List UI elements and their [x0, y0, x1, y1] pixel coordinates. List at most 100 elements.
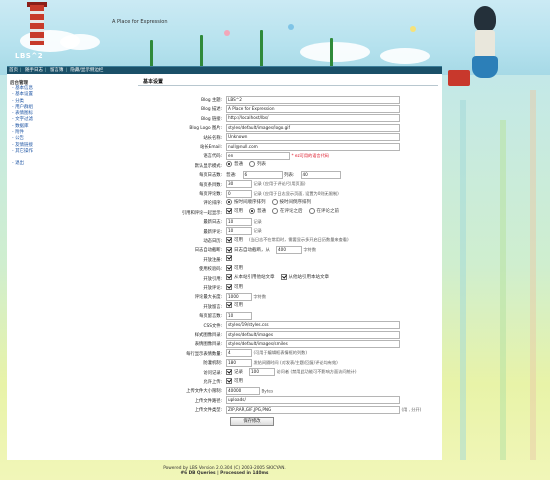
divider — [138, 85, 438, 86]
field-smiley-dir: 表情图像目录: styles/default/images/smiles — [138, 339, 438, 348]
upload-types-input[interactable]: ZIP,RAR,GIF,JPG,PNG — [226, 405, 400, 414]
field-visit-stats: 访问记录: 记录 100 访问者 (禁用此功能可不影响方面访问统计) — [203, 368, 357, 377]
sidebar-item-logout[interactable]: - 退出 — [12, 161, 33, 167]
field-css-file: CSS文件: styles/19/styles.css — [138, 321, 438, 330]
lighthouse-icon — [30, 5, 44, 45]
flower-decoration — [410, 26, 416, 32]
trackback-after-radio[interactable] — [272, 208, 278, 215]
trackback-in-checkbox[interactable] — [280, 274, 287, 281]
per-page-reviews-input[interactable]: 0 — [226, 189, 252, 198]
trackback-enable-checkbox[interactable] — [226, 208, 232, 215]
mode-normal-radio[interactable] — [226, 161, 232, 168]
field-blog-logo: Blog Logo 图片: styles/default/images/logo… — [138, 123, 438, 132]
girl-illustration — [468, 6, 502, 78]
field-admin-name: 站长名称: Unknown — [138, 133, 438, 142]
lang-code-note[interactable]: * ez可用的语言代码 — [291, 153, 329, 158]
use-verify-checkbox[interactable] — [226, 264, 232, 271]
field-anti-flood: 防灌机制: 180 发帖间隔时间 (对发表/主题/回复/评论均有效) — [203, 358, 338, 367]
nav-notes[interactable]: 随手日志 — [23, 68, 45, 73]
field-enable-comments: 开放评论: 可用 — [203, 283, 243, 291]
allow-upload-checkbox[interactable] — [226, 377, 232, 384]
field-blog-title: Blog 主题: LBS^2 — [138, 95, 438, 104]
upload-dir-input[interactable]: uploads/ — [226, 396, 400, 405]
trackback-before-radio[interactable] — [308, 208, 315, 215]
nav-home[interactable]: 首页 — [7, 68, 20, 73]
per-page-list-input[interactable]: 40 — [300, 170, 341, 179]
field-comment-length: 评论最大长度: 1000 字符数 — [194, 292, 267, 301]
field-recent-entries: 最新日志: 10 记录 — [203, 217, 262, 226]
field-per-page-comments: 每页条目数: 30 记录 (应用于评论/引用页面) — [199, 180, 306, 189]
auto-split-input[interactable]: 400 — [276, 245, 302, 254]
sidebar-item-other[interactable]: - 其它操作 — [12, 149, 33, 155]
field-recent-comments: 最新评论: 10 记录 — [203, 227, 262, 236]
field-enable-trackback: 开放引用: 从本站引用他站文章 从他站引用本站文章 — [203, 274, 329, 282]
field-upload-types: 上传文件类型: ZIP,RAR,GIF,JPG,PNG (用 , 分开) — [194, 405, 422, 414]
anti-flood-input[interactable]: 180 — [226, 358, 252, 367]
field-lang-code: 语言代码: en * ez可用的语言代码 — [203, 151, 329, 160]
footer-powered-by: Powered by LBS Version 2.0.304 (C) 2003-… — [163, 466, 286, 471]
sidebar-menu: - 基本信息 - 基本设置 - 分类 - 用户群组 - 表情图标 - 文字过滤 … — [12, 86, 33, 168]
decorative-stripe — [530, 90, 536, 460]
blog-desc-input[interactable]: A Place for Expression — [226, 104, 400, 113]
messages-per-page-input[interactable]: 10 — [226, 311, 252, 320]
field-default-mode: 默认显示模式: 普通 列表 — [194, 161, 266, 169]
decorative-stripe — [460, 100, 466, 460]
field-allow-upload: 允许上传: 可用 — [203, 377, 243, 385]
field-per-page: 每页日志数: 普通: 6 列表: 40 — [138, 170, 438, 179]
recent-entries-input[interactable]: 10 — [226, 217, 252, 226]
section-title: 基本设置 — [143, 79, 164, 85]
dynamic-log-checkbox[interactable] — [226, 236, 232, 243]
per-page-normal-input[interactable]: 6 — [242, 170, 283, 179]
enable-guestbook-checkbox[interactable] — [226, 302, 232, 309]
field-dynamic-log: 动态日历: 可用 (当日志不在常用时，需要显示多开启日历数量来查看) — [203, 236, 349, 244]
field-upload-dir: 上传文件路径: uploads/ — [138, 396, 438, 405]
blog-logo-input[interactable]: styles/default/images/logo.gif — [226, 123, 400, 132]
visit-stats-checkbox[interactable] — [226, 369, 232, 376]
field-enable-guestbook: 开放留言: 可用 — [203, 302, 243, 310]
style-images-input[interactable]: styles/default/images — [226, 330, 400, 339]
per-page-comments-input[interactable]: 30 — [226, 180, 252, 189]
field-blog-url: Blog 链接: http://localhost/lbs/ — [138, 114, 438, 123]
save-button[interactable]: 保存修改 — [230, 417, 274, 426]
footer: Powered by LBS Version 2.0.304 (C) 2003-… — [7, 460, 442, 480]
max-upload-input[interactable]: 40000 — [226, 386, 260, 395]
trackback-out-checkbox[interactable] — [226, 274, 232, 281]
field-blog-desc: Blog 描述: A Place for Expression — [138, 104, 438, 113]
blog-url-input[interactable]: http://localhost/lbs/ — [226, 114, 400, 123]
nav-toggle-sidebar[interactable]: 隐藏/显示侧边栏 — [68, 68, 105, 73]
decorative-stripe — [500, 120, 506, 460]
visit-stats-input[interactable]: 100 — [249, 368, 275, 377]
field-messages-per-page: 每页留言数: 10 — [138, 311, 438, 320]
comment-length-input[interactable]: 1000 — [226, 292, 252, 301]
sort-asc-radio[interactable] — [226, 198, 232, 205]
cloud-decoration — [380, 48, 430, 64]
main-panel: 后台管理 - 基本信息 - 基本设置 - 分类 - 用户群组 - 表情图标 - … — [7, 74, 442, 460]
enable-comments-checkbox[interactable] — [226, 283, 232, 290]
field-style-images: 样式图像目录: styles/default/images — [138, 330, 438, 339]
mode-list-radio[interactable] — [249, 161, 255, 168]
field-trackback-pos: 引用和评论一起显示: 可用 普通 在评论之后 在评论之前 — [181, 208, 339, 216]
recent-comments-input[interactable]: 10 — [226, 227, 252, 236]
field-per-page-reviews: 每页评论数: 0 记录 (应用于日志显示页面, 设置为0则无限制) — [199, 189, 339, 198]
auto-split-checkbox[interactable] — [226, 246, 232, 253]
field-comment-sort: 评论排序: 按时间顺序排列 按时间倒序排列 — [203, 198, 311, 207]
cloud-decoration — [300, 42, 370, 62]
smiley-dir-input[interactable]: styles/default/images/smiles — [226, 339, 400, 348]
cloud-decoration — [60, 34, 100, 50]
admin-name-input[interactable]: Unknown — [226, 133, 400, 142]
sort-desc-radio[interactable] — [271, 198, 278, 205]
bag-illustration — [448, 70, 470, 86]
smilies-per-row-input[interactable]: 4 — [226, 349, 252, 358]
nav-guestbook[interactable]: 留言簿 — [48, 68, 66, 73]
lang-code-input[interactable]: en — [226, 151, 290, 160]
flower-decoration — [288, 24, 294, 30]
site-title[interactable]: LBS^2 — [15, 52, 43, 60]
admin-email-input[interactable]: null@null.com — [226, 142, 400, 151]
field-max-upload: 上传文件大小限制: 40000 Bytes — [186, 386, 274, 395]
enable-register-checkbox[interactable] — [226, 255, 232, 262]
blog-title-input[interactable]: LBS^2 — [226, 95, 400, 104]
field-enable-register: 开放注册: — [138, 255, 438, 264]
trackback-normal-radio[interactable] — [249, 208, 255, 215]
css-file-input[interactable]: styles/19/styles.css — [226, 321, 400, 330]
field-use-verify: 使用校验码: 可用 — [199, 264, 243, 273]
